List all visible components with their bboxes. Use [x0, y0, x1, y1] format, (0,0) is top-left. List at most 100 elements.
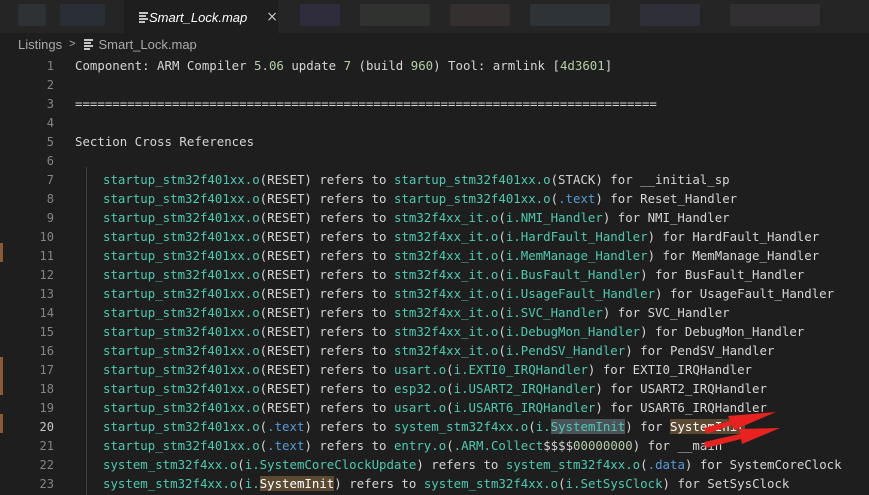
- code-text: Component: ARM Compiler 5.06 update 7 (b…: [75, 58, 612, 73]
- code-text: ========================================…: [75, 96, 657, 111]
- line-number: 21: [39, 438, 54, 453]
- code-text: startup_stm32f401xx.o(RESET) refers to e…: [103, 381, 767, 396]
- code-token: i.DebugMon_Handler: [505, 324, 641, 339]
- code-token: (: [498, 210, 506, 225]
- code-text: system_stm32f4xx.o(i.SystemInit) refers …: [103, 476, 789, 491]
- code-token: .text: [558, 191, 596, 206]
- code-line[interactable]: 2: [0, 75, 869, 94]
- code-token: ) refers to: [416, 457, 506, 472]
- blurred-tab: [730, 4, 820, 26]
- code-token: .text: [267, 438, 305, 453]
- code-token: startup_stm32f401xx.o: [103, 286, 260, 301]
- line-number: 10: [39, 229, 54, 244]
- code-token: system_stm32f4xx.o: [103, 476, 238, 491]
- code-line[interactable]: 10 startup_stm32f401xx.o(RESET) refers to…: [0, 227, 869, 246]
- close-icon[interactable]: ×: [266, 9, 278, 25]
- code-line[interactable]: 14 startup_stm32f401xx.o(RESET) refers to…: [0, 303, 869, 322]
- code-line[interactable]: 3 =======================================…: [0, 94, 869, 113]
- code-token: (RESET) refers to: [259, 286, 394, 301]
- code-token: ) refers to: [334, 476, 424, 491]
- code-token: ) for USART2_IRQHandler: [595, 381, 767, 396]
- code-line[interactable]: 11 startup_stm32f401xx.o(RESET) refers to…: [0, 246, 869, 265]
- code-token: (: [528, 419, 536, 434]
- code-token: (: [558, 476, 566, 491]
- blurred-tab: [360, 4, 430, 26]
- code-text: startup_stm32f401xx.o(RESET) refers to s…: [103, 324, 804, 339]
- code-text: startup_stm32f401xx.o(.text) refers to e…: [103, 438, 722, 453]
- code-token: i.EXTI0_IRQHandler: [453, 362, 588, 377]
- code-token: system_stm32f4xx.o: [393, 419, 529, 434]
- blurred-tab: [18, 4, 46, 26]
- code-token: i.SetSysClock: [565, 476, 663, 491]
- code-token: i.HardFault_Handler: [505, 229, 648, 244]
- code-line[interactable]: 7 startup_stm32f401xx.o(RESET) refers to …: [0, 170, 869, 189]
- code-line[interactable]: 16 startup_stm32f401xx.o(RESET) refers to…: [0, 341, 869, 360]
- code-token: startup_stm32f401xx.o: [103, 305, 260, 320]
- code-line[interactable]: 8 startup_stm32f401xx.o(RESET) refers to …: [0, 189, 869, 208]
- code-token: (: [498, 248, 506, 263]
- code-token: (: [498, 286, 506, 301]
- code-token: Component: ARM Compiler: [75, 58, 255, 73]
- code-token: (RESET) refers to: [259, 343, 394, 358]
- code-text: Section Cross References: [75, 134, 254, 149]
- code-token: (: [498, 305, 506, 320]
- code-line[interactable]: 18 startup_stm32f401xx.o(RESET) refers to…: [0, 379, 869, 398]
- code-token: startup_stm32f401xx.o: [103, 438, 260, 453]
- code-line[interactable]: 4: [0, 113, 869, 132]
- code-token: (RESET) refers to: [259, 267, 394, 282]
- blurred-tab: [300, 4, 340, 26]
- tab-smart-lock-map[interactable]: Smart_Lock.map ×: [124, 0, 278, 33]
- code-token: SystemInit: [550, 419, 626, 434]
- code-line[interactable]: 9 startup_stm32f401xx.o(RESET) refers to …: [0, 208, 869, 227]
- code-token: stm32f4xx_it.o: [393, 305, 499, 320]
- breadcrumb-item-file[interactable]: Smart_Lock.map: [99, 37, 197, 52]
- line-number: 15: [39, 324, 54, 339]
- code-token: (: [446, 438, 454, 453]
- code-token: system_stm32f4xx.o: [423, 476, 559, 491]
- code-token: .data: [647, 457, 685, 472]
- line-number: 12: [39, 267, 54, 282]
- line-number: 9: [46, 210, 54, 225]
- code-token: i.PendSV_Handler: [505, 343, 626, 358]
- code-token: startup_stm32f401xx.o: [103, 267, 260, 282]
- code-token: ) refers to: [304, 438, 394, 453]
- code-line[interactable]: 15 startup_stm32f401xx.o(RESET) refers to…: [0, 322, 869, 341]
- code-token: ) for DebugMon_Handler: [640, 324, 805, 339]
- code-text: startup_stm32f401xx.o(RESET) refers to s…: [103, 343, 774, 358]
- breadcrumb-item-listings[interactable]: Listings: [18, 37, 62, 52]
- line-number: 19: [39, 400, 54, 415]
- code-token: i.NMI_Handler: [505, 210, 603, 225]
- code-token: 960: [410, 58, 434, 73]
- code-token: 7: [343, 58, 352, 73]
- code-line[interactable]: 12 startup_stm32f401xx.o(RESET) refers to…: [0, 265, 869, 284]
- code-token: ) for: [625, 419, 671, 434]
- code-token: (build: [351, 58, 411, 73]
- code-token: stm32f4xx_it.o: [393, 343, 499, 358]
- code-line[interactable]: 23 system_stm32f4xx.o(i.SystemInit) refer…: [0, 474, 869, 493]
- code-text: startup_stm32f401xx.o(RESET) refers to s…: [103, 248, 819, 263]
- line-number: 20: [39, 419, 54, 434]
- code-token: (RESET) refers to: [259, 172, 394, 187]
- code-token: ) for SVC_Handler: [602, 305, 730, 320]
- code-token: 4d3601: [559, 58, 605, 73]
- line-number: 13: [39, 286, 54, 301]
- code-token: startup_stm32f401xx.o: [393, 191, 551, 206]
- code-token: ) for EXTI0_IRQHandler: [587, 362, 753, 377]
- code-token: i.SVC_Handler: [505, 305, 603, 320]
- code-line[interactable]: 5 Section Cross References: [0, 132, 869, 151]
- code-line[interactable]: 13 startup_stm32f401xx.o(RESET) refers to…: [0, 284, 869, 303]
- code-line[interactable]: 22 system_stm32f4xx.o(i.SystemCoreClockUp…: [0, 455, 869, 474]
- line-number: 7: [46, 172, 54, 187]
- code-token: (: [498, 229, 506, 244]
- code-line[interactable]: 6: [0, 151, 869, 170]
- code-token: startup_stm32f401xx.o: [393, 172, 551, 187]
- code-token: ]: [604, 58, 613, 73]
- code-token: (RESET) refers to: [259, 362, 394, 377]
- line-number: 17: [39, 362, 54, 377]
- code-token: (: [640, 457, 648, 472]
- blurred-tab: [640, 4, 700, 26]
- code-token: stm32f4xx_it.o: [393, 210, 499, 225]
- code-token: startup_stm32f401xx.o: [103, 381, 260, 396]
- code-line[interactable]: 17 startup_stm32f401xx.o(RESET) refers to…: [0, 360, 869, 379]
- code-line[interactable]: 1 Component: ARM Compiler 5.06 update 7 (…: [0, 56, 869, 75]
